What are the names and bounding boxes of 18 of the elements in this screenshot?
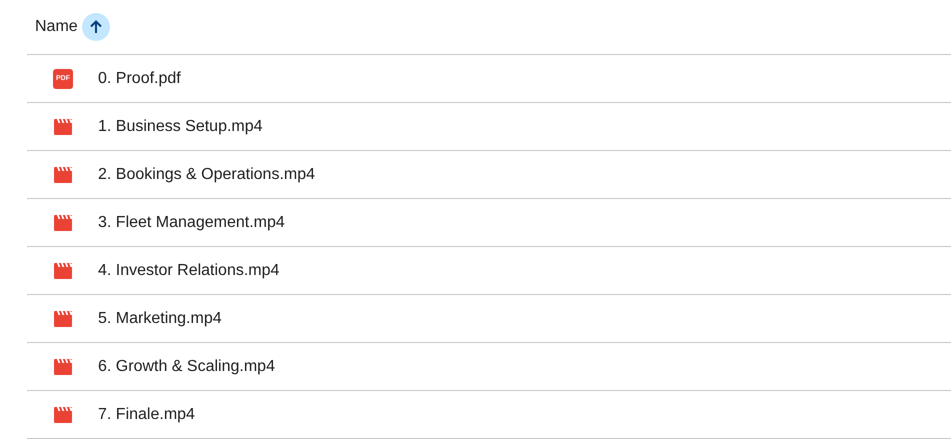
video-icon <box>53 166 73 184</box>
video-icon <box>53 262 73 280</box>
file-name[interactable]: 4. Investor Relations.mp4 <box>98 262 280 280</box>
file-name[interactable]: 7. Finale.mp4 <box>98 406 195 424</box>
arrow-icon <box>88 19 104 35</box>
file-name[interactable]: 1. Business Setup.mp4 <box>98 118 263 136</box>
video-icon <box>53 358 73 376</box>
file-name[interactable]: 0. Proof.pdf <box>98 70 181 88</box>
file-name[interactable]: 5. Marketing.mp4 <box>98 310 222 328</box>
video-icon <box>53 214 73 232</box>
video-icon <box>53 310 73 328</box>
column-header[interactable]: Name <box>35 18 78 36</box>
file-name[interactable]: 6. Growth & Scaling.mp4 <box>98 358 275 376</box>
file-name[interactable]: 2. Bookings & Operations.mp4 <box>98 166 316 184</box>
video-icon <box>53 406 73 424</box>
sort-button[interactable] <box>82 13 110 41</box>
video-icon <box>53 118 73 136</box>
file-name[interactable]: 3. Fleet Management.mp4 <box>98 214 285 232</box>
